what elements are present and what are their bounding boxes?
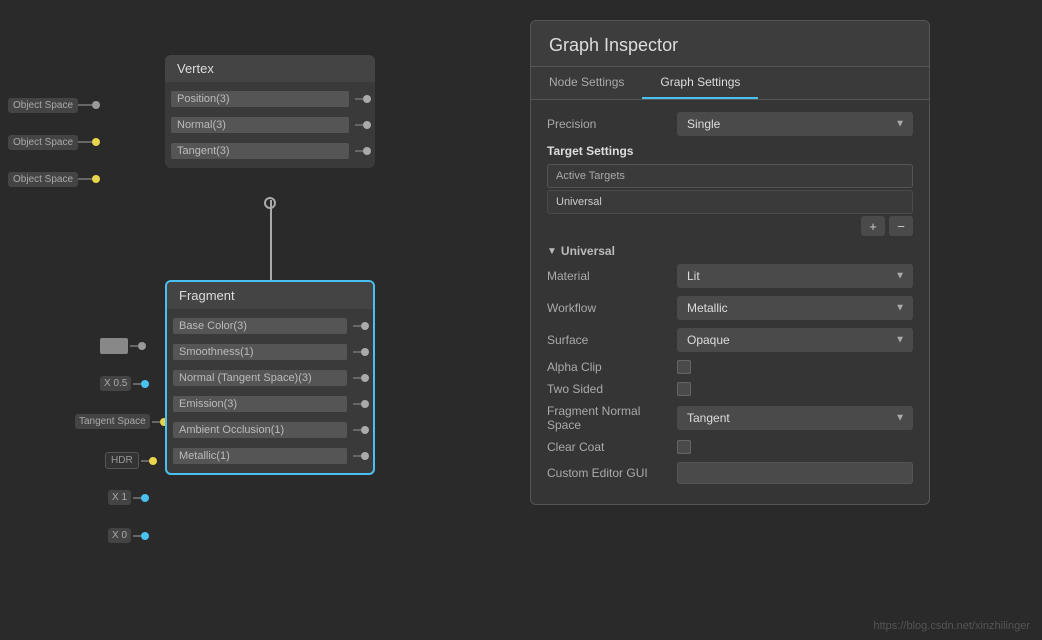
material-label: Material [547,269,677,283]
frag-port-name-0: Base Color(3) [173,318,347,334]
frag-right-dot-4 [361,426,369,434]
workflow-dropdown-container: Metallic ▼ [677,296,913,320]
target-settings-label: Target Settings [547,144,913,158]
fragment-normal-dropdown[interactable]: Tangent [677,406,913,430]
surface-row: Surface Opaque ▼ [547,328,913,352]
vertex-left-inputs-2: Object Space [8,166,100,194]
chevron-down-icon: ▼ [547,246,557,257]
universal-section-label: Universal [561,244,615,258]
vertex-port-label-2: Object Space [8,172,78,187]
frag-left-1: X 0.5 [100,376,149,391]
frag-port-row-3: Emission(3) [167,391,373,417]
vertex-right-dot-1 [363,121,371,129]
vertex-port-dot-0 [92,101,100,109]
clear-coat-checkbox[interactable] [677,440,691,454]
two-sided-checkbox[interactable] [677,382,691,396]
alpha-clip-row: Alpha Clip [547,360,913,374]
frag-right-dot-0 [361,322,369,330]
custom-editor-row: Custom Editor GUI [547,462,913,484]
surface-dropdown-container: Opaque ▼ [677,328,913,352]
material-row: Material Lit ▼ [547,264,913,288]
fragment-node: Fragment Base Color(3) Smoothness(1) Nor… [165,280,375,475]
vertex-port-name-1: Normal(3) [171,117,349,133]
frag-right-dot-2 [361,374,369,382]
add-target-button[interactable]: + [861,216,885,236]
material-dropdown-container: Lit ▼ [677,264,913,288]
frag-left-5: X 0 [108,528,149,543]
frag-right-dot-1 [361,348,369,356]
watermark: https://blog.csdn.net/xinzhilinger [873,620,1030,632]
vertex-port-label-1: Object Space [8,135,78,150]
vertex-port-name-2: Tangent(3) [171,143,349,159]
surface-dropdown[interactable]: Opaque [677,328,913,352]
inspector-body: Precision Single ▼ Target Settings Activ… [531,100,929,504]
universal-item[interactable]: Universal [547,190,913,214]
frag-left-0 [100,338,146,354]
vertex-node: Vertex Position(3) Normal(3) Tangent(3) [165,55,375,168]
frag-port-row-0: Base Color(3) [167,313,373,339]
precision-dropdown[interactable]: Single [677,112,913,136]
graph-canvas: Object Space Object Space Object Space V… [0,0,520,640]
remove-target-button[interactable]: − [889,216,913,236]
vertex-port-label-0: Object Space [8,98,78,113]
frag-right-dot-5 [361,452,369,460]
vertex-port-dot-2 [92,175,100,183]
tab-graph-settings[interactable]: Graph Settings [642,67,758,99]
precision-label: Precision [547,117,677,131]
frag-left-4: X 1 [108,490,149,505]
tab-node-settings[interactable]: Node Settings [531,67,642,99]
frag-right-dot-3 [361,400,369,408]
fragment-normal-label: Fragment Normal Space [547,404,677,432]
fragment-node-title: Fragment [167,282,373,309]
frag-port-row-4: Ambient Occlusion(1) [167,417,373,443]
precision-row: Precision Single ▼ [547,112,913,136]
vertex-node-title: Vertex [165,55,375,82]
frag-port-row-1: Smoothness(1) [167,339,373,365]
vertex-right-dot-2 [363,147,371,155]
workflow-dropdown[interactable]: Metallic [677,296,913,320]
fragment-normal-dropdown-container: Tangent ▼ [677,406,913,430]
vertex-right-dot-0 [363,95,371,103]
surface-label: Surface [547,333,677,347]
wire-dot-top [264,197,276,209]
vertex-port-name-0: Position(3) [171,91,349,107]
vertex-port-dot-1 [92,138,100,146]
material-dropdown[interactable]: Lit [677,264,913,288]
custom-editor-label: Custom Editor GUI [547,466,677,480]
fragment-normal-row: Fragment Normal Space Tangent ▼ [547,404,913,432]
add-remove-row: + − [547,216,913,236]
custom-editor-input[interactable] [677,462,913,484]
frag-left-3: HDR [105,452,157,469]
precision-dropdown-container: Single ▼ [677,112,913,136]
vertex-port-row-position: Position(3) [165,86,375,112]
workflow-row: Workflow Metallic ▼ [547,296,913,320]
active-targets-box: Active Targets [547,164,913,188]
two-sided-row: Two Sided [547,382,913,396]
frag-port-name-4: Ambient Occlusion(1) [173,422,347,438]
frag-left-2: Tangent Space [75,414,168,429]
inspector-title: Graph Inspector [531,21,929,67]
vertex-left-inputs: Object Space [8,92,100,118]
frag-port-name-1: Smoothness(1) [173,344,347,360]
alpha-clip-label: Alpha Clip [547,360,677,374]
clear-coat-label: Clear Coat [547,440,677,454]
universal-section-header: ▼ Universal [547,244,913,258]
frag-port-name-2: Normal (Tangent Space)(3) [173,370,347,386]
clear-coat-row: Clear Coat [547,440,913,454]
vertex-port-row-normal: Normal(3) [165,112,375,138]
frag-port-row-2: Normal (Tangent Space)(3) [167,365,373,391]
alpha-clip-checkbox[interactable] [677,360,691,374]
workflow-label: Workflow [547,301,677,315]
inspector-panel: Graph Inspector Node Settings Graph Sett… [530,20,930,505]
frag-port-name-5: Metallic(1) [173,448,347,464]
inspector-tabs: Node Settings Graph Settings [531,67,929,100]
two-sided-label: Two Sided [547,382,677,396]
frag-port-row-5: Metallic(1) [167,443,373,469]
vertex-left-inputs-1: Object Space [8,129,100,157]
frag-port-name-3: Emission(3) [173,396,347,412]
vertex-port-row-tangent: Tangent(3) [165,138,375,164]
